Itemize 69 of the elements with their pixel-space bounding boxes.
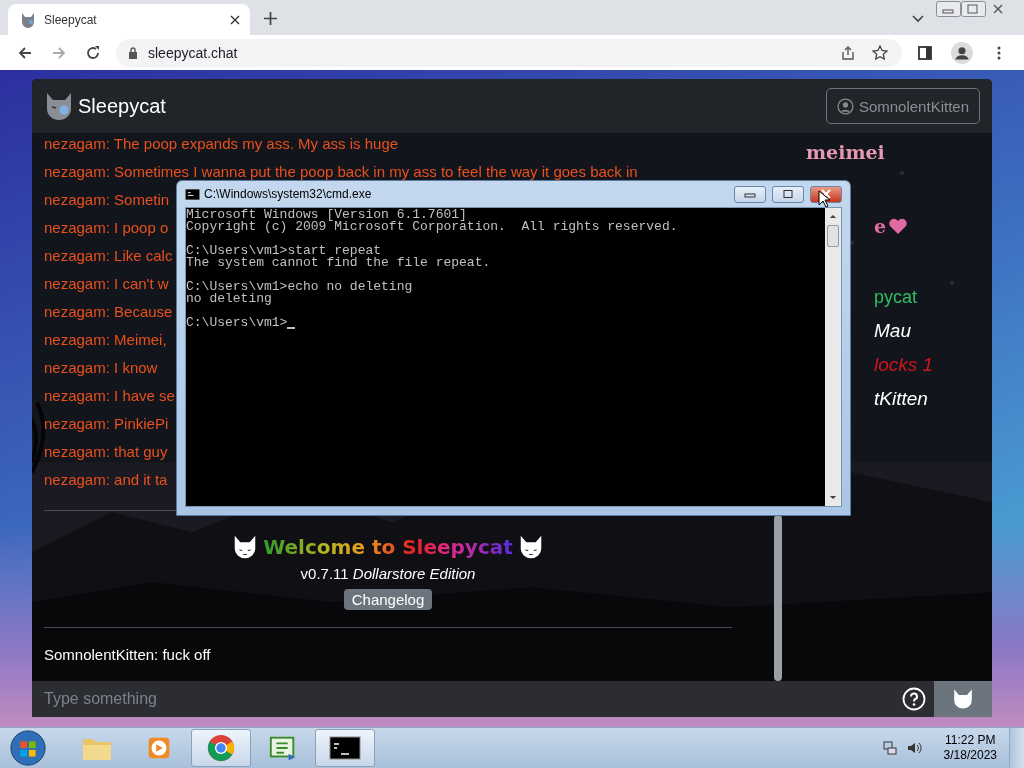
console-line: no deleting: [186, 293, 272, 305]
cat-icon: [951, 687, 975, 711]
back-icon[interactable]: [17, 44, 33, 61]
chat-message: nezagam: Meimei,: [44, 330, 167, 350]
chat-message: nezagam: I have se: [44, 386, 175, 406]
browser-tab[interactable]: Sleepycat: [8, 4, 250, 35]
chat-message: nezagam: PinkiePi: [44, 414, 169, 434]
new-tab-icon[interactable]: [264, 12, 277, 25]
console-line: Microsoft Windows [Version 6.1.7601]: [186, 209, 467, 221]
chat-message: nezagam: I poop o: [44, 218, 169, 238]
chat-message: nezagam: Because: [44, 302, 173, 322]
user-name[interactable]: e: [874, 215, 887, 237]
profile-icon[interactable]: [951, 41, 973, 64]
clock[interactable]: 11:22 PM 3/18/2023: [943, 733, 997, 763]
scrollbar-thumb[interactable]: [827, 225, 839, 247]
changelog-button[interactable]: Changelog: [343, 589, 433, 610]
taskbar-button[interactable]: [315, 729, 375, 767]
chat-message: nezagam: Like calc: [44, 246, 173, 266]
help-icon[interactable]: [902, 687, 926, 711]
console-line: C:\Users\vm1>echo no deleting: [186, 281, 413, 293]
minimize-icon: [744, 190, 756, 198]
chrome-icon: [206, 733, 236, 763]
scrollbar-thumb[interactable]: [774, 515, 782, 681]
volume-icon[interactable]: [905, 740, 922, 756]
scroll-down-icon[interactable]: [829, 495, 837, 500]
scrollbar[interactable]: [825, 208, 841, 506]
scroll-up-icon[interactable]: [829, 214, 837, 219]
start-button[interactable]: [9, 729, 47, 767]
app-title: Sleepycat: [78, 94, 166, 118]
chat-message: nezagam: and it ta: [44, 470, 168, 490]
chat-message: nezagam: I can't w: [44, 274, 169, 294]
user-name[interactable]: tKitten: [874, 388, 928, 410]
console-line: C:\Users\vm1>: [186, 317, 288, 329]
cat-icon: [20, 11, 36, 28]
chevron-down-icon[interactable]: [912, 15, 924, 23]
chat-message: nezagam: Sometin: [44, 190, 170, 210]
lock-icon: [128, 46, 138, 59]
address-bar[interactable]: sleepycat.chat: [116, 38, 902, 67]
user-icon: [836, 97, 854, 115]
user-name[interactable]: meimei: [806, 141, 885, 163]
maximize-button[interactable]: [772, 185, 804, 203]
console-line: C:\Users\vm1>start repeat: [186, 245, 382, 257]
side-panel-icon[interactable]: [917, 44, 933, 61]
version-text: v0.7.11 Dollarstore Edition: [300, 565, 476, 582]
text-cursor: [287, 327, 296, 329]
console-line: The system cannot find the file repeat.: [186, 257, 491, 269]
close-icon[interactable]: [230, 14, 240, 25]
user-name[interactable]: pycat: [874, 286, 918, 308]
close-icon: [820, 189, 832, 199]
cat-icon: [44, 91, 74, 121]
console-icon: [185, 188, 200, 200]
account-button[interactable]: SomnolentKitten: [825, 88, 980, 124]
share-icon[interactable]: [840, 44, 856, 61]
star-icon[interactable]: [872, 44, 888, 61]
console-line: Copyright (c) 2009 Microsoft Corporation. All rights reserved.: [186, 221, 678, 233]
code-app-icon: [268, 734, 298, 762]
chat-message: nezagam: Sometimes I wanna put the poop back in my ass to feel the way it goes back in: [44, 162, 638, 182]
chat-message: SomnolentKitten: fuck off: [44, 646, 212, 663]
reload-icon[interactable]: [85, 44, 101, 61]
user-name[interactable]: Mau: [874, 320, 911, 342]
chat-message: nezagam: that guy: [44, 442, 168, 462]
network-icon[interactable]: [881, 740, 898, 756]
chat-message: nezagam: I know: [44, 358, 158, 378]
send-button[interactable]: [934, 681, 992, 717]
window-title: C:\Windows\system32\cmd.exe: [204, 187, 372, 201]
minimize-button[interactable]: [734, 185, 766, 203]
console-icon: [329, 736, 361, 760]
chat-message: nezagam: The poop expands my ass. My ass is huge: [44, 134, 399, 154]
maximize-icon: [782, 190, 794, 198]
